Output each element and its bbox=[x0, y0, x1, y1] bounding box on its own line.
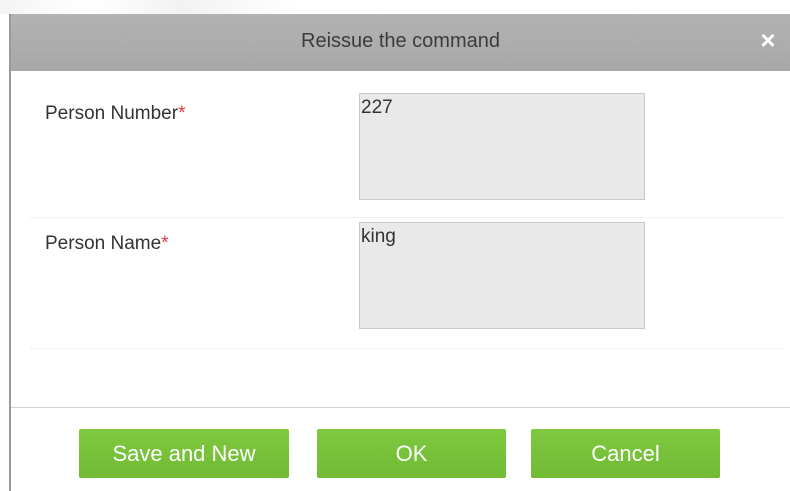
footer-divider bbox=[11, 407, 790, 408]
screen: Reissue the command × Person Number* 227… bbox=[0, 0, 790, 491]
reissue-command-dialog: Reissue the command × Person Number* 227… bbox=[9, 14, 790, 491]
required-marker: * bbox=[161, 233, 169, 254]
form-row-person-number: Person Number* 227 bbox=[31, 74, 783, 218]
person-name-field[interactable]: king bbox=[359, 222, 645, 329]
form-row-person-name: Person Name* king bbox=[31, 218, 783, 349]
required-marker: * bbox=[178, 103, 186, 124]
person-name-label: Person Name* bbox=[45, 233, 169, 255]
cancel-button[interactable]: Cancel bbox=[531, 429, 720, 478]
dialog-header: Reissue the command × bbox=[11, 14, 790, 71]
background-page bbox=[0, 0, 300, 14]
dialog-title: Reissue the command bbox=[301, 30, 500, 52]
person-name-label-text: Person Name bbox=[45, 233, 162, 254]
ok-button[interactable]: OK bbox=[317, 429, 506, 478]
close-icon[interactable]: × bbox=[756, 27, 780, 53]
person-number-label-text: Person Number bbox=[45, 103, 179, 124]
person-number-field[interactable]: 227 bbox=[359, 93, 645, 200]
save-and-new-button[interactable]: Save and New bbox=[79, 429, 289, 478]
person-number-label: Person Number* bbox=[45, 103, 185, 125]
